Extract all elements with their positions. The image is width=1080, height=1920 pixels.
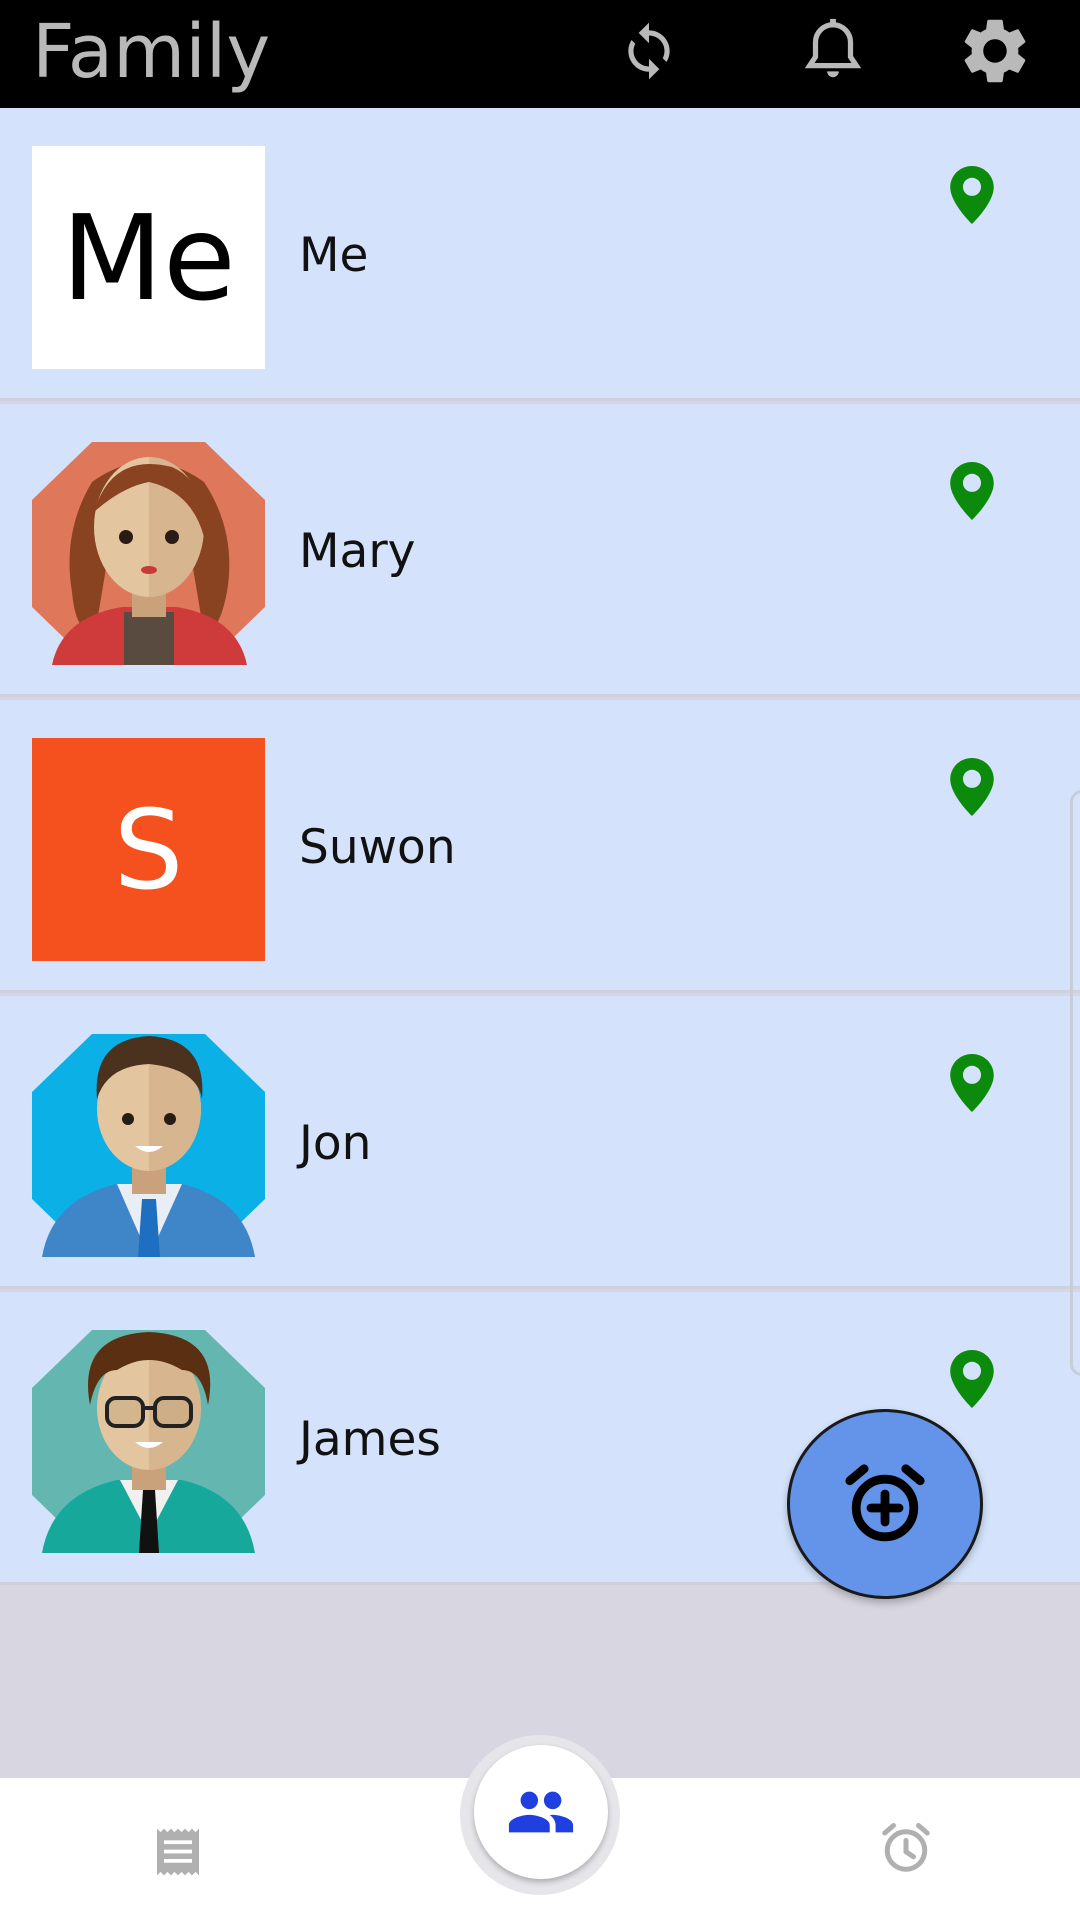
refresh-button[interactable] bbox=[604, 6, 694, 96]
location-pin-icon[interactable] bbox=[950, 462, 994, 520]
nav-receipts-tab[interactable] bbox=[150, 1824, 210, 1884]
member-name: Mary bbox=[299, 524, 416, 579]
man-glasses-avatar-illustration bbox=[32, 1330, 265, 1553]
add-alarm-icon bbox=[845, 1464, 925, 1542]
member-name: Jon bbox=[299, 1116, 372, 1171]
family-member-list: Me Me Mary S Suwon Jon James bbox=[0, 108, 1080, 1588]
location-pin-icon[interactable] bbox=[950, 1350, 994, 1408]
bell-icon bbox=[804, 18, 862, 78]
add-alarm-button[interactable] bbox=[787, 1409, 983, 1599]
member-row-mary[interactable]: Mary bbox=[0, 404, 1080, 697]
app-root: Family Me Me Mary S Suwon Jon James bbox=[0, 0, 1080, 1920]
app-header: Family bbox=[0, 0, 1080, 108]
member-row-me[interactable]: Me Me bbox=[0, 108, 1080, 401]
avatar-me: Me bbox=[32, 146, 265, 369]
member-name: Me bbox=[299, 228, 369, 283]
notifications-button[interactable] bbox=[788, 6, 878, 96]
settings-button[interactable] bbox=[950, 6, 1040, 96]
member-row-suwon[interactable]: S Suwon bbox=[0, 700, 1080, 993]
avatar-suwon: S bbox=[32, 738, 265, 961]
woman-avatar-illustration bbox=[32, 442, 265, 665]
nav-family-tab[interactable] bbox=[474, 1745, 608, 1879]
people-icon bbox=[508, 1791, 574, 1833]
location-pin-icon[interactable] bbox=[950, 166, 994, 224]
member-name: James bbox=[299, 1412, 441, 1467]
alarm-icon bbox=[882, 1823, 930, 1872]
refresh-icon bbox=[628, 22, 670, 80]
location-pin-icon[interactable] bbox=[950, 758, 994, 816]
scroll-edge-indicator bbox=[1070, 790, 1080, 1376]
member-row-jon[interactable]: Jon bbox=[0, 996, 1080, 1289]
nav-alarms-tab[interactable] bbox=[876, 1818, 936, 1882]
receipt-icon bbox=[157, 1828, 199, 1876]
location-pin-icon[interactable] bbox=[950, 1054, 994, 1112]
avatar-jon bbox=[32, 1034, 265, 1257]
gear-icon bbox=[964, 19, 1026, 83]
avatar-james bbox=[32, 1330, 265, 1553]
man-avatar-illustration bbox=[32, 1034, 265, 1257]
page-title: Family bbox=[32, 9, 271, 95]
avatar-mary bbox=[32, 442, 265, 665]
member-name: Suwon bbox=[299, 820, 456, 875]
